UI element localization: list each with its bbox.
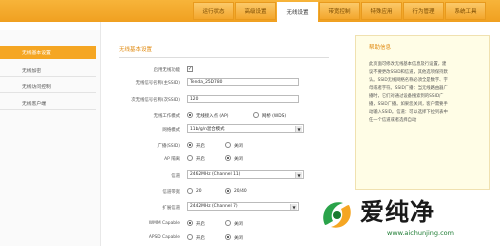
- broadcast-ssid-off-label: 关闭: [234, 144, 243, 149]
- chevron-down-icon: ▼: [295, 126, 302, 132]
- channel-label: 信道: [171, 174, 180, 179]
- tab-behavior-management[interactable]: 行为管理: [403, 2, 444, 20]
- ext-channel-value: 2442MHz (Channel 7): [190, 204, 238, 209]
- chevron-down-icon: ▼: [290, 204, 297, 210]
- wmm-on-radio[interactable]: [187, 220, 193, 226]
- enable-wireless-label: 启用无线功能: [153, 68, 180, 73]
- ap-isolation-on-radio[interactable]: [187, 155, 193, 161]
- enable-wireless-checkbox[interactable]: ✓: [187, 66, 193, 72]
- broadcast-ssid-on-radio[interactable]: [187, 142, 193, 148]
- help-panel: 帮助信息 此页面可修改无线基本信息及行设置，建议不要更改SSID和信道，其他选项…: [355, 35, 490, 190]
- channel-select[interactable]: 2462MHz (Channel 11) ▼: [187, 170, 304, 179]
- apsd-label: APSD Capable: [148, 235, 180, 240]
- ext-channel-select[interactable]: 2442MHz (Channel 7) ▼: [187, 202, 299, 211]
- bandwidth-2040-radio[interactable]: [225, 188, 231, 194]
- brand-url: www.aichunjing.com: [387, 229, 454, 237]
- tab-system-tools[interactable]: 系统工具: [445, 2, 486, 20]
- brand-logo-text: 爱纯净: [360, 198, 435, 226]
- bandwidth-20-radio[interactable]: [187, 188, 193, 194]
- secondary-ssid-input[interactable]: 120: [187, 95, 299, 103]
- broadcast-ssid-off-radio[interactable]: [225, 142, 231, 148]
- ext-channel-label: 扩展信道: [162, 206, 180, 211]
- apsd-off-label: 关闭: [234, 236, 243, 241]
- work-mode-ap-label: 无线接入点 (AP): [196, 114, 229, 119]
- sidebar-item-wireless-access-control[interactable]: 无线访问控制: [0, 80, 96, 93]
- broadcast-ssid-label: 广播(SSID): [157, 144, 180, 149]
- tab-advanced-settings[interactable]: 高级设置: [235, 2, 276, 20]
- work-mode-wds-radio[interactable]: [253, 112, 259, 118]
- top-nav-bar: 运行状态 高级设置 无线设置 带宽控制 特殊应用 行为管理 系统工具: [0, 0, 500, 22]
- ap-isolation-label: AP 隔离: [164, 157, 180, 162]
- sidebar-item-wireless-clients[interactable]: 无线客户端: [0, 97, 96, 110]
- channel-value: 2462MHz (Channel 11): [190, 172, 241, 177]
- ap-isolation-off-label: 关闭: [234, 157, 243, 162]
- secondary-ssid-label: 次无线信号名称(次SSID): [131, 98, 180, 103]
- primary-ssid-input[interactable]: Tenda_25D780: [187, 78, 299, 86]
- section-title: 无线基本设置: [119, 47, 153, 53]
- tab-run-status[interactable]: 运行状态: [193, 2, 234, 20]
- sidebar-item-wireless-basic[interactable]: 无线基本设置: [0, 46, 96, 59]
- apsd-on-radio[interactable]: [187, 234, 193, 240]
- wmm-label: WMM Capable: [148, 221, 180, 226]
- work-mode-wds-label: 网桥 (WDS): [262, 114, 287, 119]
- wmm-on-label: 开启: [196, 222, 205, 227]
- sidebar-divider: [100, 22, 101, 246]
- ap-isolation-on-label: 开启: [196, 157, 205, 162]
- broadcast-ssid-on-label: 开启: [196, 144, 205, 149]
- primary-ssid-label: 无线信号名称(主SSID): [135, 81, 180, 86]
- sidebar: 无线基本设置 无线加密 无线访问控制 无线客户端: [0, 30, 100, 246]
- tab-special-apps[interactable]: 特殊应用: [361, 2, 402, 20]
- top-nav-tabs: 运行状态 高级设置 无线设置 带宽控制 特殊应用 行为管理 系统工具: [193, 2, 487, 22]
- network-mode-value: 11b/g/n混合模式: [190, 126, 225, 132]
- apsd-on-label: 开启: [196, 236, 205, 241]
- work-mode-ap-radio[interactable]: [187, 112, 193, 118]
- bandwidth-label: 信道带宽: [162, 190, 180, 195]
- network-mode-select[interactable]: 11b/g/n混合模式 ▼: [187, 124, 304, 133]
- tab-bandwidth-control[interactable]: 带宽控制: [319, 2, 360, 20]
- main-settings-panel: 无线基本设置: [105, 30, 335, 246]
- tab-wireless-settings[interactable]: 无线设置: [277, 2, 318, 22]
- swirl-logo-icon: [323, 202, 351, 228]
- help-title: 帮助信息: [369, 45, 392, 51]
- sidebar-item-wireless-encryption[interactable]: 无线加密: [0, 64, 96, 77]
- chevron-down-icon: ▼: [295, 172, 302, 178]
- help-text: 此页面可修改无线基本信息及行设置，建议不要更改SSID和信道，其他选项保持默认。…: [369, 62, 448, 123]
- network-mode-label: 网络模式: [162, 128, 180, 133]
- work-mode-label: 无线工作模式: [153, 114, 180, 119]
- bandwidth-2040-label: 20/40: [234, 189, 247, 194]
- ap-isolation-off-radio[interactable]: [225, 155, 231, 161]
- bandwidth-20-label: 20: [196, 189, 202, 194]
- section-divider: [119, 57, 329, 58]
- wmm-off-radio[interactable]: [225, 220, 231, 226]
- apsd-off-radio[interactable]: [225, 234, 231, 240]
- wmm-off-label: 关闭: [234, 222, 243, 227]
